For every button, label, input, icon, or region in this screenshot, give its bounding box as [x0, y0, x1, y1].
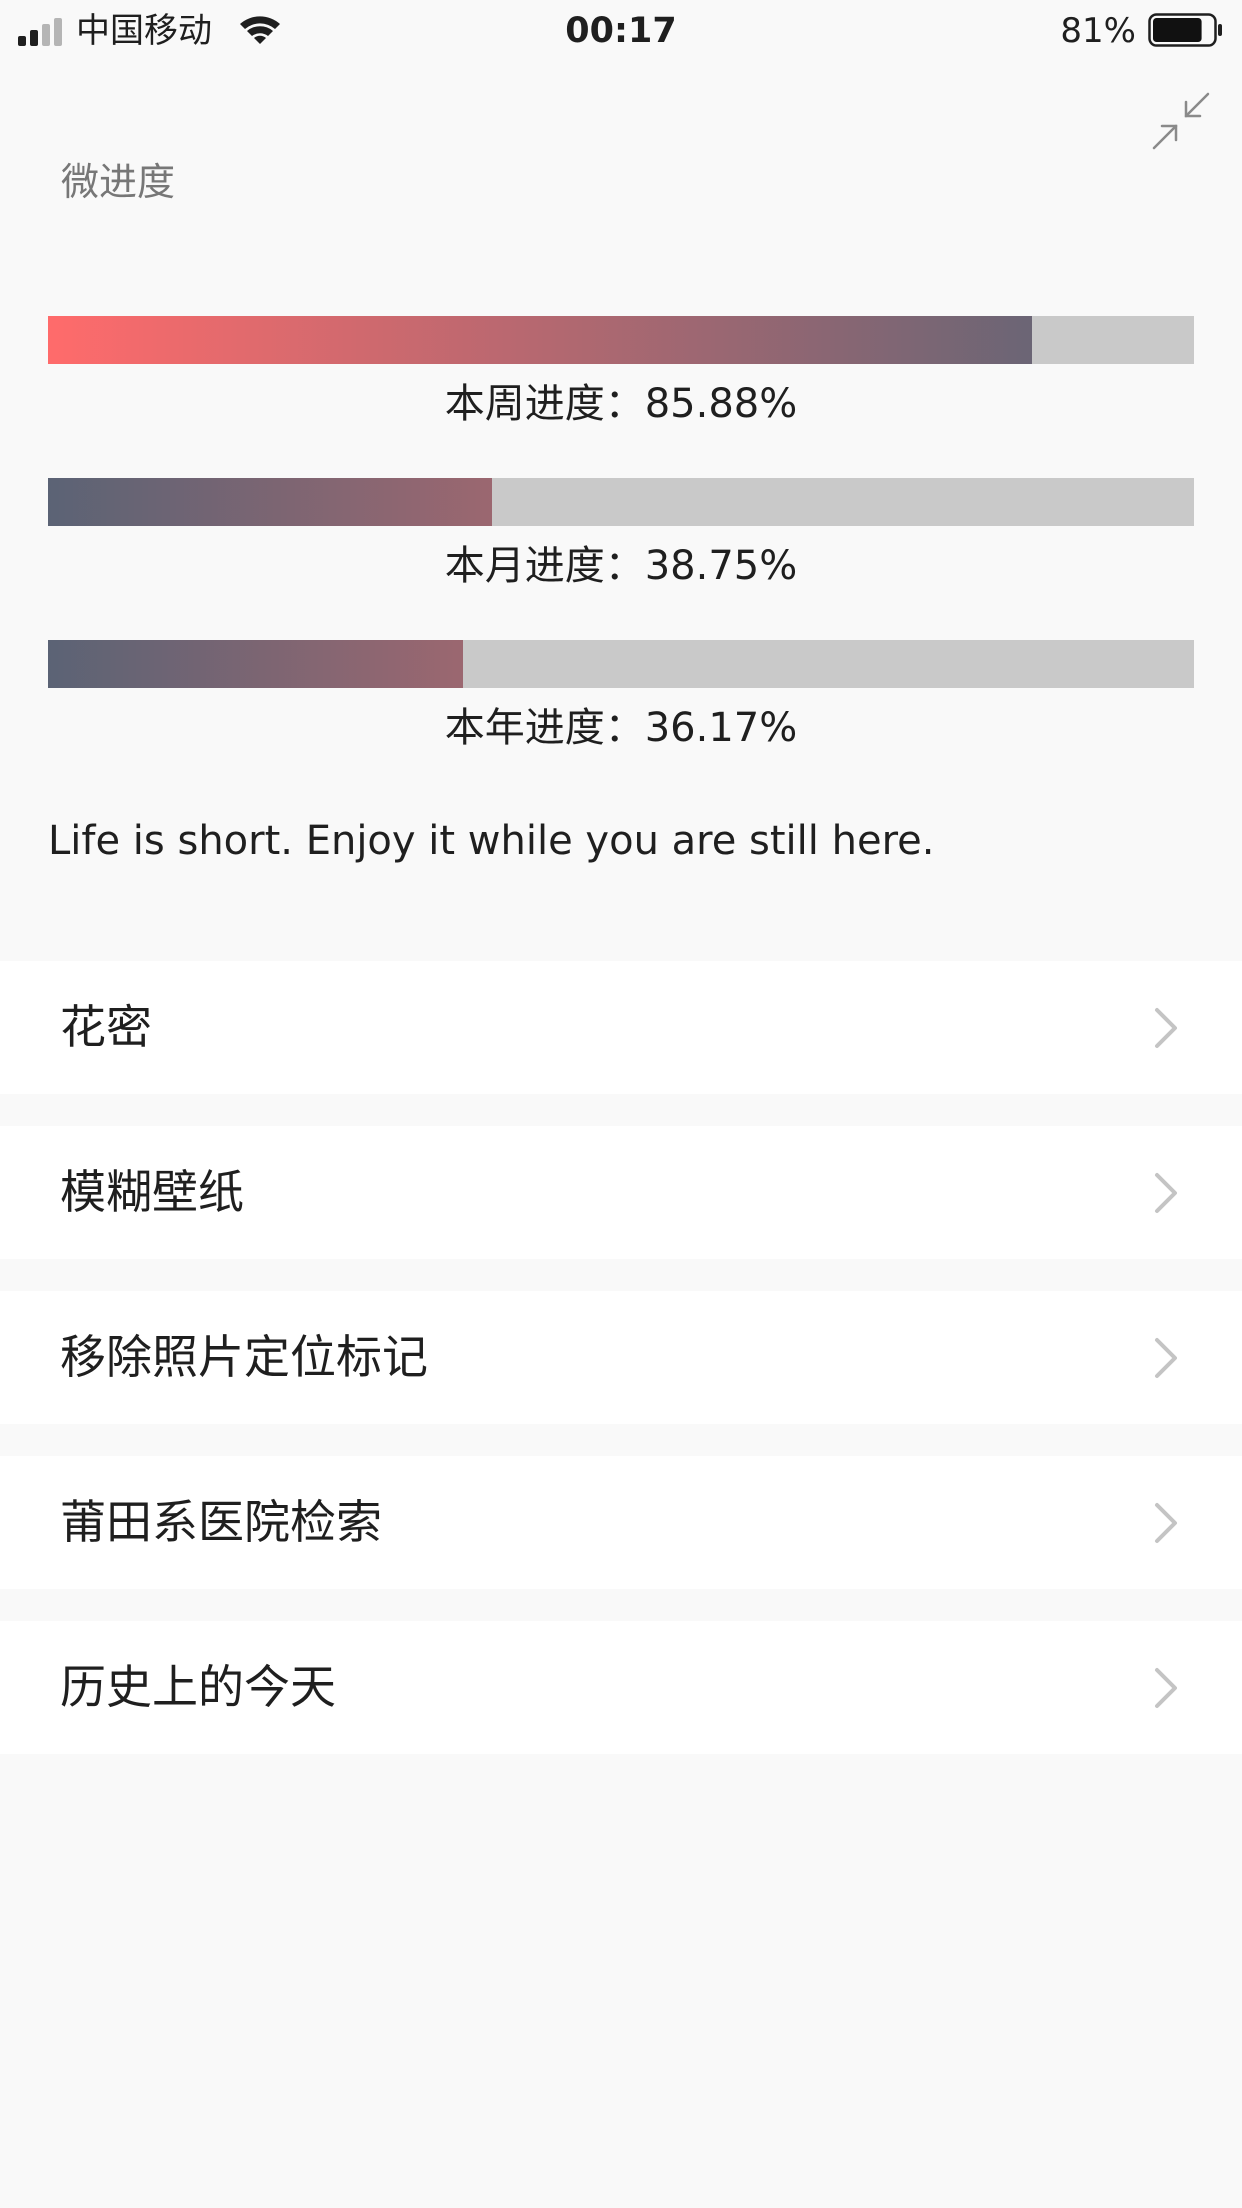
year-progress-label: 本年进度：36.17% [444, 705, 798, 751]
battery-fill [1153, 18, 1202, 42]
menu-item-putian-hospital-search[interactable]: 莆田系医院检索 [0, 1456, 1242, 1589]
week-progress-label: 本周进度：85.88% [444, 381, 798, 427]
menu-item-label: 移除照片定位标记 [60, 1330, 428, 1384]
menu-item-label: 模糊壁纸 [60, 1165, 244, 1219]
chevron-right-icon [1155, 1173, 1177, 1213]
menu-item-huami[interactable]: 花密 [0, 961, 1242, 1094]
progress-fill [48, 316, 1033, 364]
battery-percent: 81% [1060, 11, 1136, 51]
quote-text: Life is short. Enjoy it while you are st… [48, 818, 935, 864]
progress-fill [48, 640, 463, 688]
menu-item-today-in-history[interactable]: 历史上的今天 [0, 1621, 1242, 1754]
progress-track [48, 640, 1194, 688]
chevron-right-icon [1155, 1503, 1177, 1543]
status-time: 00:17 [565, 11, 677, 51]
menu-item-label: 莆田系医院检索 [60, 1495, 382, 1549]
collapse-arrows-icon[interactable] [1150, 90, 1212, 152]
chevron-right-icon [1155, 1008, 1177, 1048]
month-progress-label: 本月进度：38.75% [444, 543, 798, 589]
chevron-right-icon [1155, 1668, 1177, 1708]
menu-item-label: 历史上的今天 [60, 1660, 336, 1714]
menu-item-blur-wallpaper[interactable]: 模糊壁纸 [0, 1126, 1242, 1259]
progress-track [48, 478, 1194, 526]
month-progress: 本月进度：38.75% [48, 478, 1194, 592]
year-progress: 本年进度：36.17% [48, 640, 1194, 754]
menu-item-label: 花密 [60, 1000, 152, 1054]
progress-track [48, 316, 1194, 364]
widget-title: 微进度 [61, 160, 176, 204]
battery-icon [1148, 13, 1222, 47]
week-progress: 本周进度：85.88% [48, 316, 1194, 430]
menu-item-remove-photo-location[interactable]: 移除照片定位标记 [0, 1291, 1242, 1424]
chevron-right-icon [1155, 1338, 1177, 1378]
status-bar: 中国移动 00:17 81% [0, 0, 1242, 60]
progress-fill [48, 478, 493, 526]
